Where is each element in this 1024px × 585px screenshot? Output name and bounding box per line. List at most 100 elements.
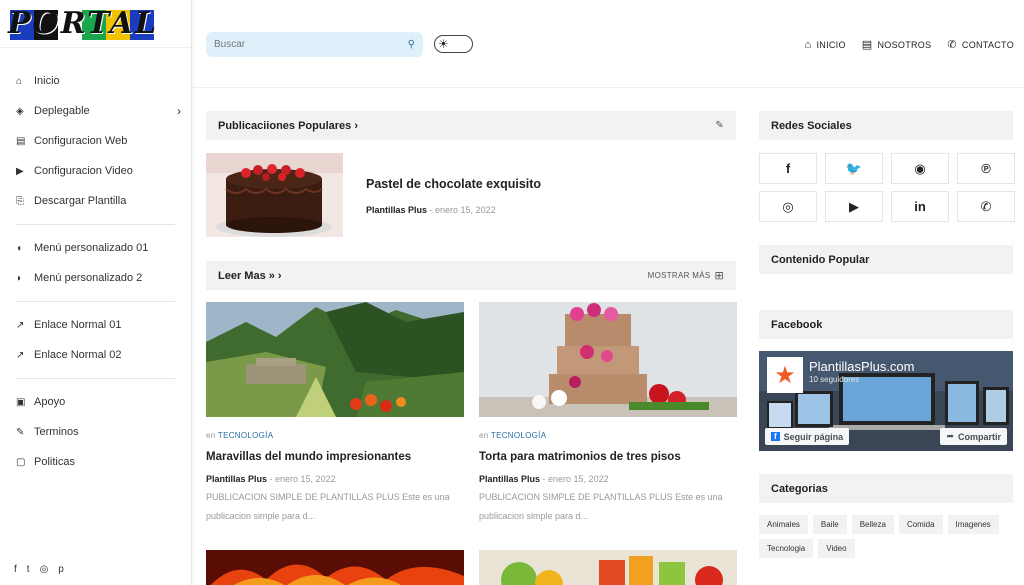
- sidebar-item-label: Terminos: [34, 426, 79, 438]
- sidebar-item[interactable]: ↗ Enlace Normal 01: [0, 310, 191, 340]
- phone-icon: ✆: [947, 39, 957, 51]
- twitter-icon[interactable]: t: [27, 564, 30, 575]
- facebook-icon[interactable]: f: [14, 564, 17, 575]
- post-card-2: en TECNOLOGÍA Torta para matrimonios de …: [479, 302, 737, 526]
- post-card-4-image[interactable]: [479, 550, 737, 585]
- post-card-3-image[interactable]: [206, 550, 464, 585]
- share-button[interactable]: ➦ Compartir: [940, 428, 1007, 445]
- sidebar-social-links: f t ◎ p: [14, 564, 64, 575]
- facebook-icon[interactable]: f: [759, 153, 817, 184]
- bell-ring-icon: ◗: [16, 272, 23, 284]
- search-icon[interactable]: ⚲: [408, 39, 415, 50]
- category-tag[interactable]: Tecnologia: [759, 539, 814, 558]
- popular-post-meta: Plantillas Plus - enero 15, 2022: [366, 205, 496, 215]
- category-link[interactable]: TECNOLOGÍA: [491, 431, 546, 440]
- youtube-icon[interactable]: ▶: [825, 191, 883, 222]
- read-more-heading-text[interactable]: Leer Mas » ›: [218, 270, 282, 282]
- post-card-2-image[interactable]: [479, 302, 737, 417]
- post-author[interactable]: Plantillas Plus: [206, 474, 267, 484]
- site-logo[interactable]: PORTAL: [0, 0, 191, 48]
- sidebar-divider: [16, 301, 175, 302]
- dark-mode-toggle[interactable]: ☀: [434, 35, 473, 53]
- sidebar-item-label: Menú personalizado 01: [34, 242, 149, 254]
- layers-icon: ◈: [16, 105, 24, 117]
- popular-heading-text[interactable]: Publicaciiones Populares ›: [218, 120, 358, 132]
- category-tag[interactable]: Comida: [898, 515, 943, 534]
- sidebar-item[interactable]: ▶ Configuracion Video: [0, 156, 191, 186]
- document-icon: ▢: [16, 456, 26, 468]
- post-card-1-image[interactable]: [206, 302, 464, 417]
- screen-icon: ▤: [16, 135, 26, 147]
- social-buttons-grid: f 🐦 ◉ ℗ ◎ ▶ in ✆: [759, 153, 1015, 222]
- post-card-3: [206, 550, 464, 585]
- top-nav-label: CONTACTO: [961, 39, 1014, 50]
- grid-icon: ⊞: [714, 270, 724, 282]
- sidebar-item-label: Apoyo: [34, 396, 66, 408]
- bell-icon: ◖: [16, 242, 23, 254]
- facebook-widget[interactable]: ★ PlantillasPlus.com 10 seguidores f Seg…: [759, 351, 1013, 451]
- sidebar-item[interactable]: ◗ Menú personalizado 2: [0, 263, 191, 293]
- sidebar-item-label: Descargar Plantilla: [34, 195, 127, 207]
- follow-page-button[interactable]: f Seguir página: [765, 428, 850, 445]
- social-heading: Redes Sociales: [759, 111, 1013, 140]
- sidebar-item[interactable]: ▣ Apoyo: [0, 387, 191, 417]
- facebook-heading: Facebook: [759, 310, 1013, 339]
- category-link[interactable]: TECNOLOGÍA: [218, 431, 273, 440]
- sidebar-item[interactable]: ⌂ Inicio: [0, 66, 191, 96]
- sidebar-item[interactable]: ▢ Politicas: [0, 447, 191, 477]
- sidebar-divider: [16, 378, 175, 379]
- popular-post-image[interactable]: [206, 153, 343, 237]
- facebook-page-name[interactable]: PlantillasPlus.com: [809, 359, 915, 374]
- edit-icon: ✎: [16, 426, 25, 438]
- sidebar-item-label: Deplegable: [34, 105, 90, 117]
- post-card-2-category: en TECNOLOGÍA: [479, 431, 737, 440]
- sidebar-item-label: Configuracion Video: [34, 165, 133, 177]
- facebook-heading-text: Facebook: [771, 318, 823, 331]
- linkedin-icon[interactable]: in: [891, 191, 949, 222]
- sidebar-item-label: Configuracion Web: [34, 135, 128, 147]
- search-input[interactable]: [214, 39, 408, 50]
- top-nav-label: INICIO: [816, 39, 846, 50]
- whatsapp-icon[interactable]: ✆: [957, 191, 1015, 222]
- category-tag[interactable]: Animales: [759, 515, 808, 534]
- sidebar-item[interactable]: ▤ Configuracion Web: [0, 126, 191, 156]
- sidebar-item[interactable]: ✎ Terminos: [0, 417, 191, 447]
- popular-post-title[interactable]: Pastel de chocolate exquisito: [366, 177, 541, 191]
- share-icon: ➦: [946, 431, 954, 441]
- instagram-icon[interactable]: ◎: [759, 191, 817, 222]
- top-nav-link[interactable]: ✆ CONTACTO: [947, 38, 1014, 51]
- instagram-icon[interactable]: ◎: [40, 564, 49, 575]
- category-tag[interactable]: Belleza: [851, 515, 894, 534]
- chevron-right-icon[interactable]: ›: [177, 104, 181, 118]
- sidebar-item[interactable]: ↗ Enlace Normal 02: [0, 340, 191, 370]
- home-icon: ⌂: [16, 75, 23, 87]
- sun-icon: ☀: [438, 37, 449, 51]
- reddit-icon[interactable]: ◉: [891, 153, 949, 184]
- sidebar-item[interactable]: ◈ Deplegable ›: [0, 96, 191, 126]
- top-nav: ⌂ INICIO ▤ NOSOTROS ✆ CONTACTO: [805, 38, 1014, 52]
- post-card-2-snippet: PUBLICACION SIMPLE DE PLANTILLAS PLUS Es…: [479, 492, 723, 521]
- category-tag[interactable]: Imagenes: [947, 515, 999, 534]
- sidebar-nav: ⌂ Inicio ◈ Deplegable › ▤ Configuracion Web ▶ Co…: [0, 48, 191, 477]
- pinterest-icon[interactable]: p: [58, 564, 64, 575]
- post-card-2-title[interactable]: Torta para matrimonios de tres pisos: [479, 451, 737, 463]
- top-nav-link[interactable]: ⌂ INICIO: [805, 38, 846, 51]
- post-card-1-title[interactable]: Maravillas del mundo impresionantes: [206, 451, 464, 463]
- category-tag[interactable]: Baile: [812, 515, 847, 534]
- pinterest-icon[interactable]: ℗: [957, 153, 1015, 184]
- sidebar-item[interactable]: ◖ Menú personalizado 01: [0, 233, 191, 263]
- facebook-followers: 10 seguidores: [809, 375, 860, 384]
- sidebar-item-label: Inicio: [34, 75, 60, 87]
- sidebar-item[interactable]: ⎘ Descargar Plantilla: [0, 186, 191, 216]
- popular-posts-heading: Publicaciiones Populares › ✎: [206, 111, 736, 140]
- twitter-icon[interactable]: 🐦: [825, 153, 883, 184]
- category-tags: Animales Baile Belleza Comida Imagenes Tecnol…: [759, 515, 1013, 558]
- popular-post-author[interactable]: Plantillas Plus: [366, 205, 427, 215]
- search-box[interactable]: ⚲: [206, 32, 423, 57]
- category-tag[interactable]: Video: [818, 539, 855, 558]
- post-author[interactable]: Plantillas Plus: [479, 474, 540, 484]
- sidebar-item-label: Menú personalizado 2: [34, 272, 143, 284]
- top-nav-link[interactable]: ▤ NOSOTROS: [862, 38, 932, 51]
- post-date: enero 15, 2022: [548, 474, 609, 484]
- show-more-link[interactable]: MOSTRAR MÁS ⊞: [648, 269, 724, 282]
